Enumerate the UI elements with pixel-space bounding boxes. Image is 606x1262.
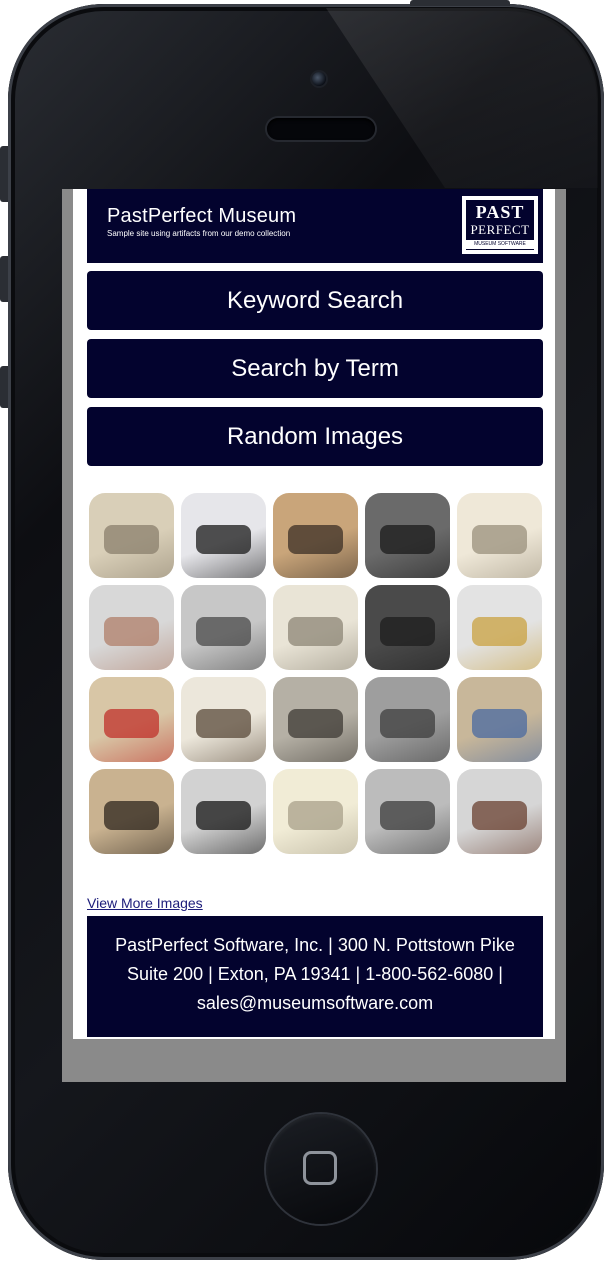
thumbnail-man-with-tree[interactable] xyxy=(181,585,266,670)
thumbnail-arrowhead-photo[interactable] xyxy=(181,493,266,578)
thumbnail-subject xyxy=(104,709,159,739)
view-more-images-link[interactable]: View More Images xyxy=(87,895,203,911)
logo-background: PAST PERFECT MUSEUM SOFTWARE xyxy=(466,200,534,250)
web-page: PastPerfect Museum Sample site using art… xyxy=(73,189,555,1039)
phone-glare xyxy=(326,8,598,188)
thumbnail-subject xyxy=(104,801,159,831)
thumbnail-livestock-field[interactable] xyxy=(365,677,450,762)
logo-text-perfect: PERFECT xyxy=(470,222,530,237)
volume-down-button[interactable] xyxy=(0,366,8,408)
earpiece-speaker xyxy=(267,118,375,140)
thumbnail-painted-landscape[interactable] xyxy=(457,677,542,762)
keyword-search-button[interactable]: Keyword Search xyxy=(87,271,543,330)
search-by-term-button[interactable]: Search by Term xyxy=(87,339,543,398)
thumbnail-certificate-page[interactable] xyxy=(273,769,358,854)
thumbnail-subject xyxy=(472,617,527,647)
site-title[interactable]: PastPerfect Museum xyxy=(107,205,296,228)
thumbnail-farmhouse-model[interactable] xyxy=(457,769,542,854)
site-footer: PastPerfect Software, Inc. | 300 N. Pott… xyxy=(87,916,543,1037)
home-square-icon xyxy=(303,1151,337,1185)
pastperfect-logo[interactable]: PAST PERFECT MUSEUM SOFTWARE xyxy=(462,196,538,254)
thumbnail-subject xyxy=(472,709,527,739)
mute-switch[interactable] xyxy=(0,146,8,202)
thumbnail-subject xyxy=(104,525,159,555)
thumbnail-subject xyxy=(196,617,251,647)
thumbnail-leather-bag[interactable] xyxy=(365,493,450,578)
thumbnail-couple-portrait[interactable] xyxy=(273,493,358,578)
thumbnail-open-notebook[interactable] xyxy=(181,677,266,762)
thumbnail-ship-photo[interactable] xyxy=(89,493,174,578)
thumbnail-family-photo[interactable] xyxy=(365,769,450,854)
thumbnail-rotary-telephone[interactable] xyxy=(181,769,266,854)
volume-up-button[interactable] xyxy=(0,256,8,302)
thumbnail-subject xyxy=(472,525,527,555)
thumbnail-subject xyxy=(380,525,435,555)
thumbnail-women-portrait[interactable] xyxy=(89,769,174,854)
thumbnail-subject xyxy=(380,801,435,831)
thumbnail-subject xyxy=(196,709,251,739)
random-images-button[interactable]: Random Images xyxy=(87,407,543,466)
thumbnail-subject xyxy=(196,801,251,831)
thumbnail-group-photo-dark[interactable] xyxy=(365,585,450,670)
thumbnail-subject xyxy=(380,617,435,647)
thumbnail-subject xyxy=(288,617,343,647)
home-button[interactable] xyxy=(266,1114,376,1224)
thumbnail-subject xyxy=(380,709,435,739)
thumbnail-workers-photo[interactable] xyxy=(273,677,358,762)
thumbnail-subject xyxy=(196,525,251,555)
random-images-grid xyxy=(89,493,543,854)
thumbnail-mineral-sample[interactable] xyxy=(89,585,174,670)
thumbnail-subject xyxy=(104,617,159,647)
phone-screen: PastPerfect Museum Sample site using art… xyxy=(62,189,566,1082)
front-camera-icon xyxy=(312,72,326,86)
logo-text-past: PAST xyxy=(475,202,525,222)
thumbnail-subject xyxy=(288,709,343,739)
thumbnail-toy-horse-rider[interactable] xyxy=(89,677,174,762)
logo-tagline: MUSEUM SOFTWARE xyxy=(466,240,534,249)
thumbnail-pocket-watch[interactable] xyxy=(457,585,542,670)
site-subtitle: Sample site using artifacts from our dem… xyxy=(107,229,291,238)
power-button[interactable] xyxy=(410,0,510,6)
thumbnail-subject xyxy=(288,801,343,831)
site-header: PastPerfect Museum Sample site using art… xyxy=(87,189,543,263)
thumbnail-handwritten-letter[interactable] xyxy=(457,493,542,578)
thumbnail-subject xyxy=(288,525,343,555)
thumbnail-letter-page[interactable] xyxy=(273,585,358,670)
thumbnail-subject xyxy=(472,801,527,831)
